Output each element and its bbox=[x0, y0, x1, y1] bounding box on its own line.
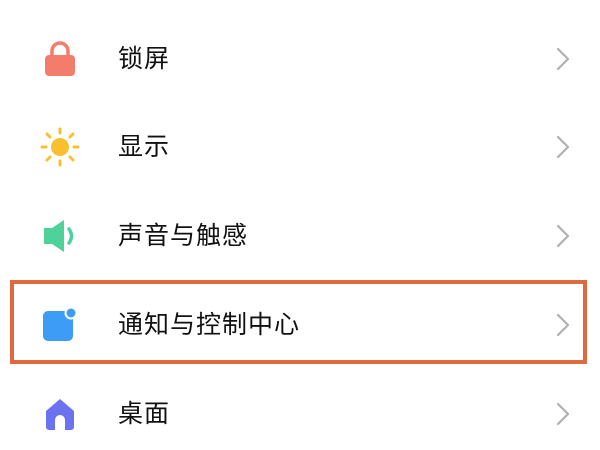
settings-item-label: 声音与触感 bbox=[118, 221, 249, 250]
settings-item-label: 桌面 bbox=[118, 399, 171, 428]
settings-list: 锁屏 显示 声音与触感 通知与控制中心 桌面 bbox=[0, 0, 600, 450]
speaker-icon bbox=[40, 216, 80, 256]
settings-item-lock-screen[interactable]: 锁屏 bbox=[0, 15, 600, 103]
chevron-right-icon bbox=[552, 223, 574, 249]
settings-item-home-screen[interactable]: 桌面 bbox=[0, 370, 600, 450]
settings-item-display[interactable]: 显示 bbox=[0, 103, 600, 191]
notification-icon bbox=[40, 305, 80, 345]
settings-item-notifications[interactable]: 通知与控制中心 bbox=[0, 281, 600, 369]
chevron-right-icon bbox=[552, 134, 574, 160]
lock-icon bbox=[40, 39, 80, 79]
chevron-right-icon bbox=[552, 312, 574, 338]
sun-icon bbox=[40, 127, 80, 167]
settings-item-label: 显示 bbox=[118, 132, 171, 161]
settings-item-label: 锁屏 bbox=[118, 44, 171, 73]
settings-item-label: 通知与控制中心 bbox=[118, 310, 301, 339]
chevron-right-icon bbox=[552, 401, 574, 427]
home-icon bbox=[40, 394, 80, 434]
settings-item-sound[interactable]: 声音与触感 bbox=[0, 192, 600, 280]
chevron-right-icon bbox=[552, 46, 574, 72]
